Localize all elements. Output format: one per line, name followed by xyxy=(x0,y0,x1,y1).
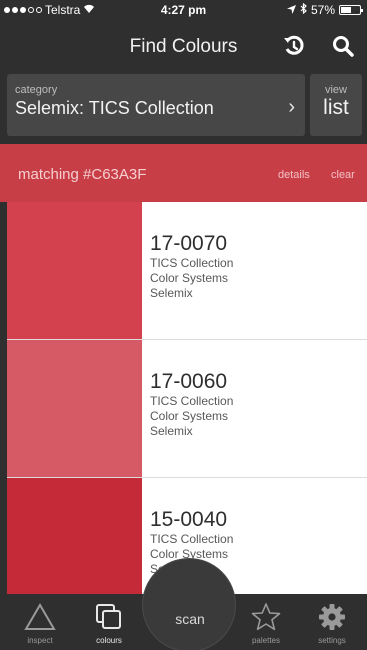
color-info: 17-0060 TICS Collection Color Systems Se… xyxy=(150,370,233,439)
tab-palettes[interactable]: palettes xyxy=(236,594,296,650)
stacked-squares-icon xyxy=(96,604,121,629)
nav-bar: Find Colours xyxy=(0,20,367,72)
scan-button[interactable]: scan xyxy=(142,558,236,650)
color-code: 17-0060 xyxy=(150,370,228,393)
star-icon xyxy=(251,603,281,631)
color-result-row[interactable]: 17-0070 TICS Collection Color Systems Se… xyxy=(7,202,367,340)
status-bar: Telstra 4:27 pm 57% xyxy=(0,0,367,20)
tab-settings-label: settings xyxy=(318,636,346,645)
triangle-icon xyxy=(24,603,56,630)
tab-palettes-label: palettes xyxy=(251,636,281,645)
color-code: 15-0040 xyxy=(150,508,228,531)
chevron-right-icon: › xyxy=(288,96,295,118)
color-collection: TICS Collection xyxy=(150,256,234,270)
matching-bar: matching #C63A3F details clear xyxy=(0,144,367,202)
color-code: 17-0070 xyxy=(150,232,228,255)
tab-inspect-label: inspect xyxy=(27,636,53,645)
color-results-list: 17-0070 TICS Collection Color Systems Se… xyxy=(7,202,367,594)
location-arrow-icon xyxy=(286,3,296,17)
color-info: 17-0070 TICS Collection Color Systems Se… xyxy=(150,232,233,301)
matching-color-text: matching #C63A3F xyxy=(18,166,147,183)
color-brand: Selemix xyxy=(150,424,193,438)
bluetooth-icon xyxy=(300,2,307,17)
page-title: Find Colours xyxy=(129,36,238,57)
tab-inspect[interactable]: inspect xyxy=(10,594,70,650)
color-collection: TICS Collection xyxy=(150,532,234,546)
tab-settings[interactable]: settings xyxy=(302,594,362,650)
color-result-row[interactable]: 17-0060 TICS Collection Color Systems Se… xyxy=(7,340,367,478)
gear-icon xyxy=(319,604,345,630)
color-system: Color Systems xyxy=(150,409,229,423)
color-swatch xyxy=(7,202,142,340)
clear-link[interactable]: clear xyxy=(331,169,355,181)
color-brand: Selemix xyxy=(150,286,193,300)
scan-label: scan xyxy=(175,611,205,627)
tab-colours-label: colours xyxy=(96,636,122,645)
history-icon[interactable] xyxy=(282,34,306,58)
search-icon[interactable] xyxy=(331,34,355,58)
view-value: list xyxy=(323,96,349,119)
battery-level xyxy=(341,7,352,13)
battery-percent: 57% xyxy=(310,3,335,17)
category-selector[interactable]: category Selemix: TICS Collection › xyxy=(7,74,305,136)
view-label: view xyxy=(324,84,347,96)
color-swatch xyxy=(7,340,142,478)
tab-colours[interactable]: colours xyxy=(79,594,139,650)
status-right: 57% xyxy=(286,2,363,17)
category-label: category xyxy=(15,84,58,96)
color-system: Color Systems xyxy=(150,271,229,285)
battery-icon xyxy=(339,5,363,15)
color-collection: TICS Collection xyxy=(150,394,234,408)
details-link[interactable]: details xyxy=(278,169,310,181)
view-mode-button[interactable]: view list xyxy=(310,74,362,136)
color-swatch xyxy=(7,478,142,594)
category-value: Selemix: TICS Collection xyxy=(15,98,214,118)
